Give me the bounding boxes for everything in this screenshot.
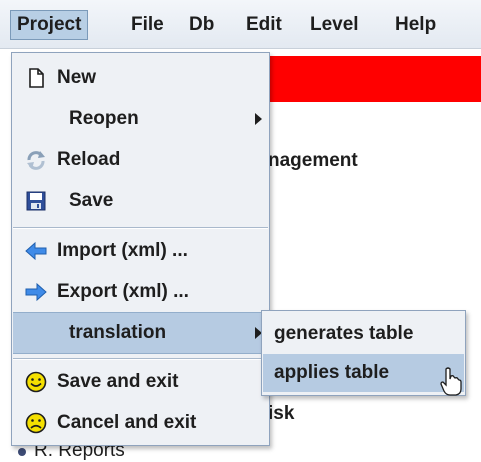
document-icon — [29, 68, 44, 88]
red-header-bar — [268, 56, 481, 102]
menu-item-label: Save and exit — [57, 371, 179, 392]
menu-item-reload[interactable]: Reload — [13, 140, 268, 180]
menu-help[interactable]: Help — [395, 12, 436, 38]
menu-item-label: applies table — [274, 362, 390, 383]
menu-item-export[interactable]: Export (xml) ... — [13, 272, 268, 312]
menu-item-cancel-and-exit[interactable]: Cancel and exit — [13, 403, 268, 443]
arrow-left-icon — [25, 241, 47, 261]
background-text-isk: isk — [268, 403, 295, 424]
happy-face-icon — [25, 371, 47, 393]
menu-db[interactable]: Db — [189, 12, 214, 38]
submenu-arrow-icon — [255, 113, 262, 125]
menu-item-label: Export (xml) ... — [57, 281, 189, 302]
menu-item-label: Reopen — [69, 108, 139, 129]
menu-item-label: translation — [69, 322, 167, 343]
menu-item-new[interactable]: New — [13, 58, 268, 98]
menu-edit[interactable]: Edit — [246, 12, 282, 38]
translation-submenu-popup: generates table applies table — [261, 310, 466, 396]
menu-item-generates-table[interactable]: generates table — [263, 315, 464, 353]
menu-separator — [13, 358, 268, 360]
menu-item-label: Save — [69, 190, 114, 211]
menu-item-label: generates table — [274, 323, 414, 344]
hand-pointer-cursor-icon — [440, 367, 462, 396]
menu-level[interactable]: Level — [310, 12, 359, 38]
menu-item-save[interactable]: Save — [13, 181, 268, 221]
project-menu-popup: New Reopen Reload Save Import (xml) ... — [11, 52, 270, 446]
menu-item-label: Reload — [57, 149, 121, 170]
menu-file[interactable]: File — [131, 12, 164, 38]
sad-face-icon — [25, 412, 47, 434]
background-text-management: nagement — [268, 150, 358, 171]
reload-icon — [27, 151, 45, 170]
arrow-right-icon — [25, 282, 47, 302]
menu-project[interactable]: Project — [10, 10, 89, 40]
tree-bullet — [18, 448, 26, 456]
floppy-disk-icon — [26, 191, 46, 211]
menu-item-label: New — [57, 67, 97, 88]
menubar: Project File Db Edit Level Help — [0, 0, 481, 49]
menu-item-reopen[interactable]: Reopen — [13, 99, 268, 139]
menu-item-translation[interactable]: translation — [13, 312, 268, 354]
menu-separator — [13, 227, 268, 229]
menu-item-save-and-exit[interactable]: Save and exit — [13, 362, 268, 402]
menu-item-applies-table[interactable]: applies table — [263, 354, 464, 392]
menu-item-import[interactable]: Import (xml) ... — [13, 231, 268, 271]
menu-item-label: Import (xml) ... — [57, 240, 188, 261]
menu-item-label: Cancel and exit — [57, 412, 197, 433]
